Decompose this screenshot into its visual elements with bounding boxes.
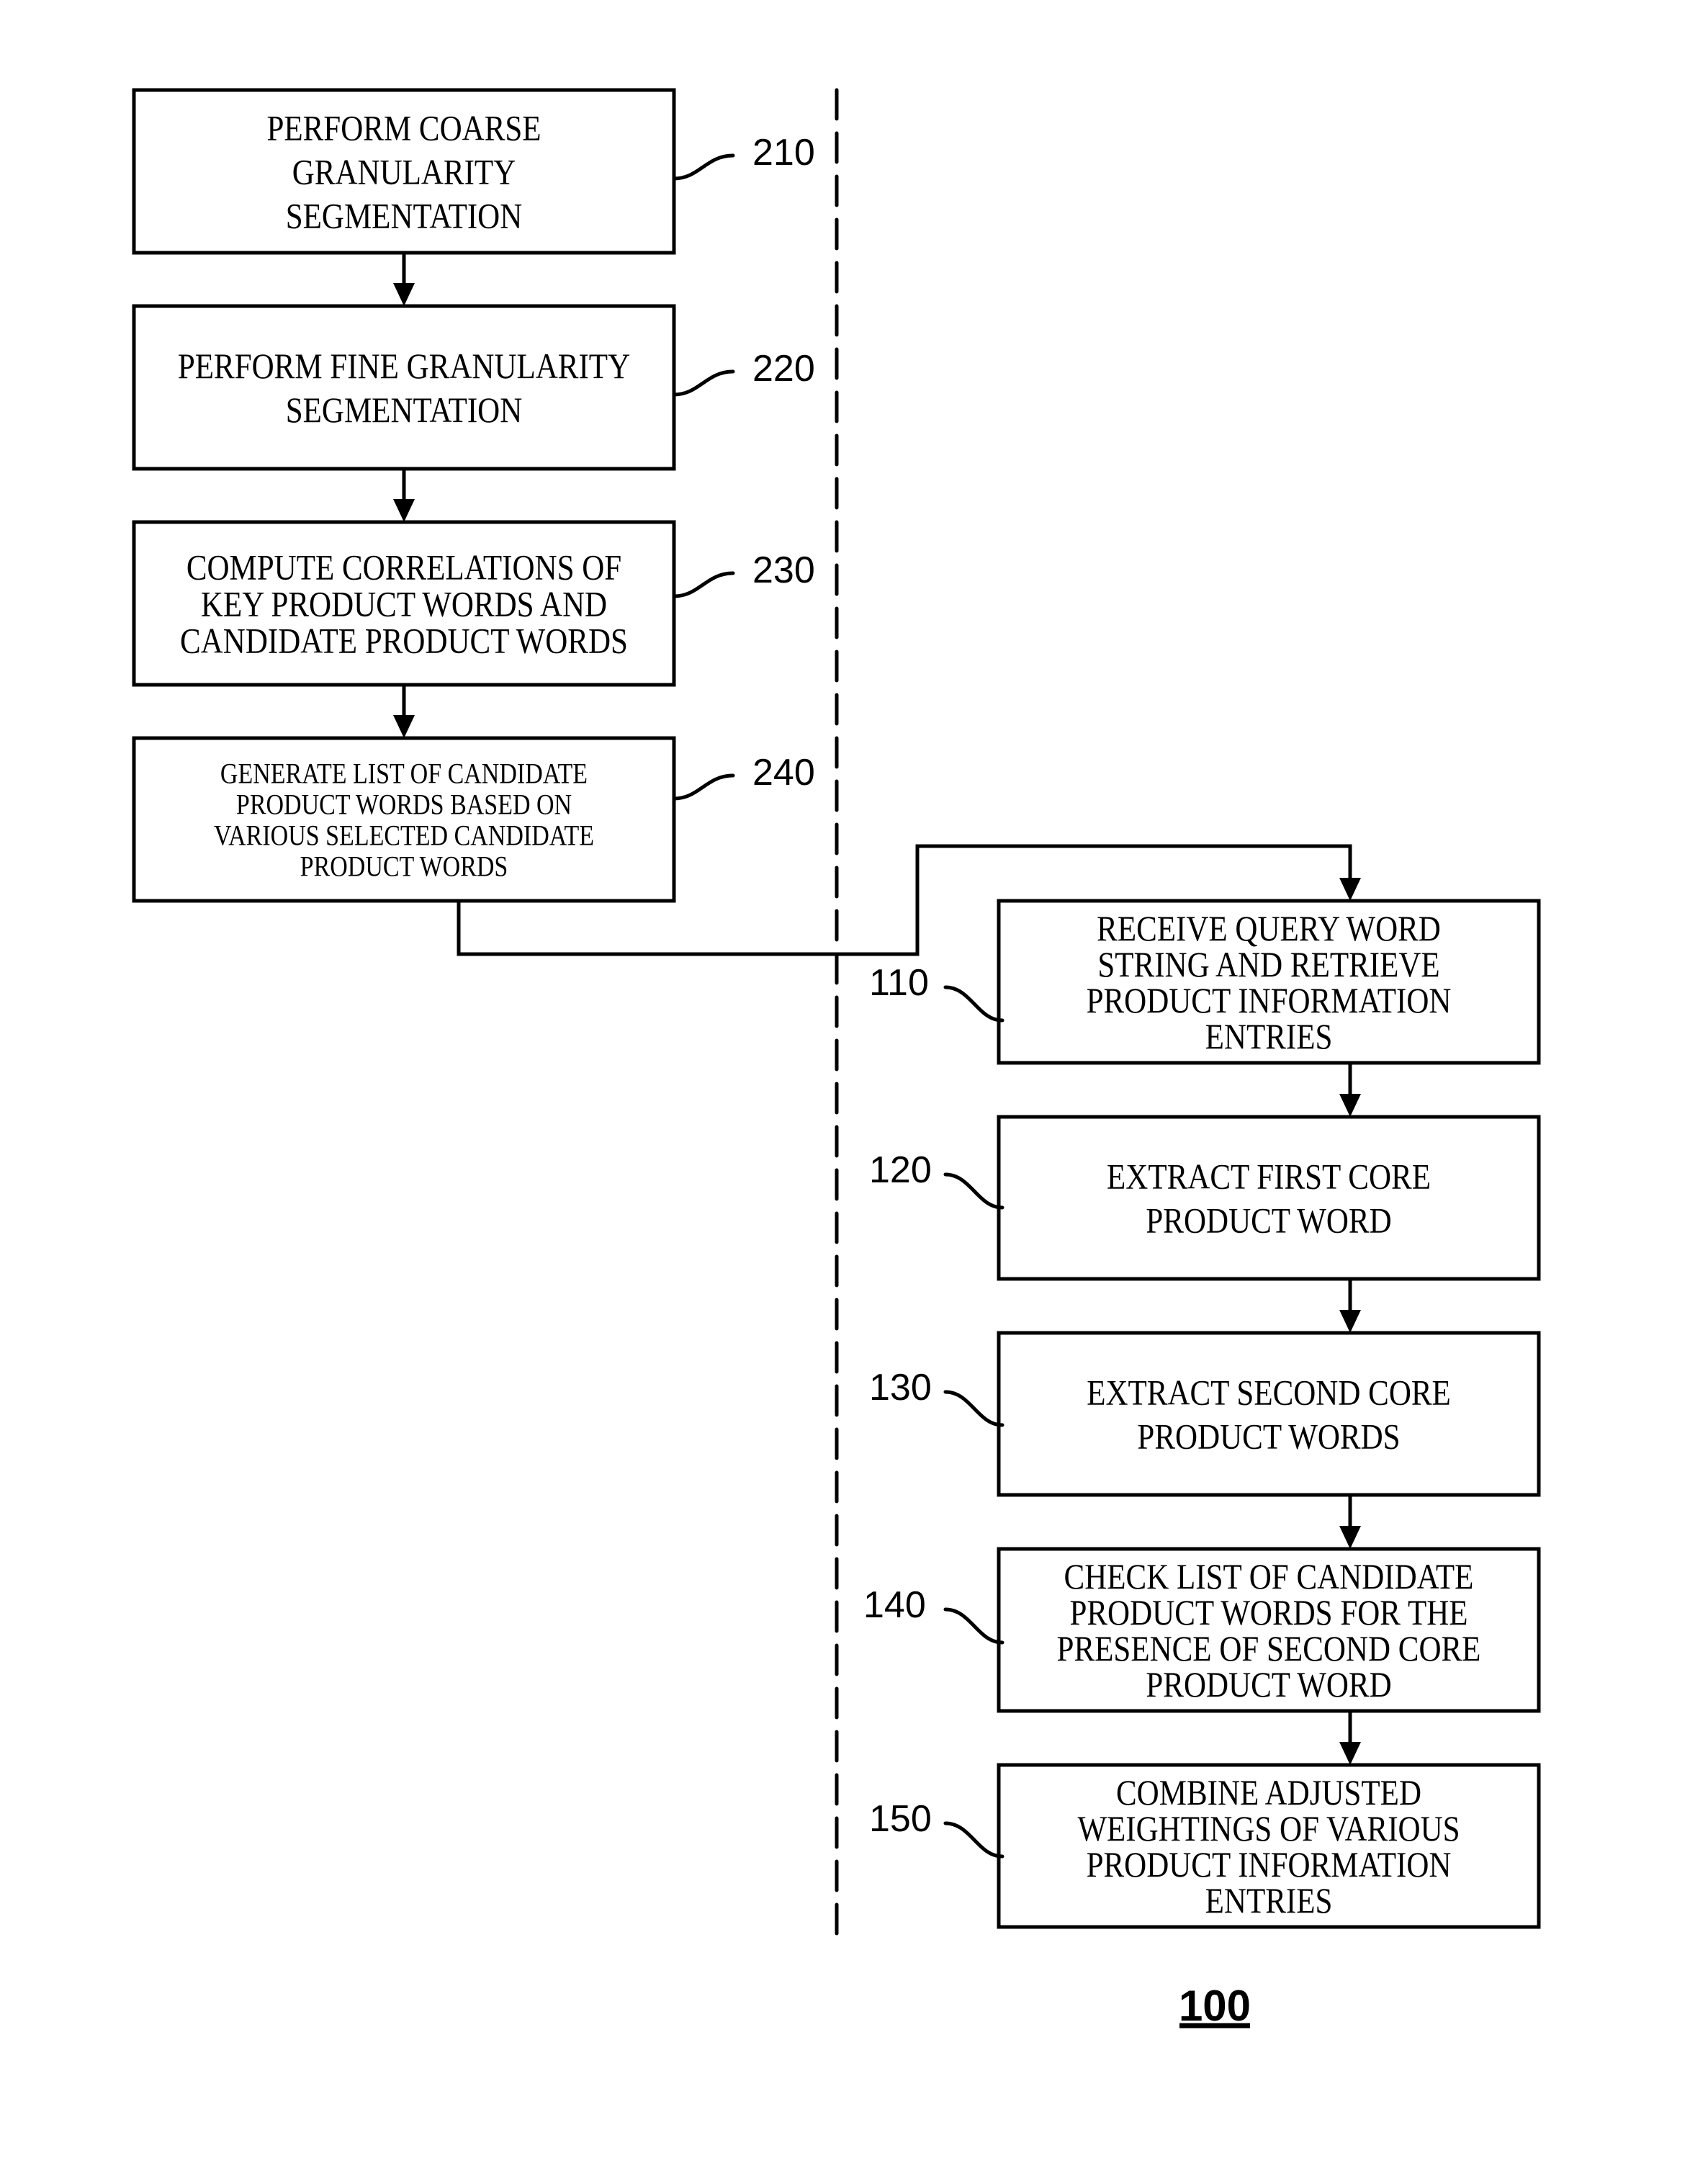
process-step-text-line: PRODUCT WORDS bbox=[1137, 1417, 1400, 1457]
process-step-120: EXTRACT FIRST COREPRODUCT WORD bbox=[997, 1115, 1541, 1281]
process-step-130: EXTRACT SECOND COREPRODUCT WORDS bbox=[997, 1331, 1541, 1497]
arrow-130-to-140 bbox=[1339, 1495, 1361, 1549]
process-step-text-line: VARIOUS SELECTED CANDIDATE bbox=[214, 820, 594, 852]
process-step-text-line: PERFORM FINE GRANULARITY bbox=[178, 346, 630, 387]
leader-line-210 bbox=[672, 153, 735, 181]
reference-label-240: 240 bbox=[752, 752, 815, 794]
reference-label-140: 140 bbox=[863, 1584, 926, 1626]
arrow-220-to-230 bbox=[393, 469, 415, 522]
process-step-text-line: ENTRIES bbox=[1205, 1017, 1333, 1057]
process-step-text-line: EXTRACT FIRST CORE bbox=[1107, 1157, 1431, 1198]
reference-label-150: 150 bbox=[869, 1798, 932, 1840]
process-step-text-line: PRESENCE OF SECOND CORE bbox=[1057, 1629, 1481, 1669]
process-step-text-line: KEY PRODUCT WORDS AND bbox=[201, 585, 607, 625]
process-step-text-line: PRODUCT WORD bbox=[1146, 1201, 1391, 1241]
process-step-text-line: GRANULARITY bbox=[292, 153, 516, 193]
process-step-220: PERFORM FINE GRANULARITYSEGMENTATION bbox=[132, 304, 676, 471]
leader-line-140 bbox=[943, 1607, 1004, 1645]
process-step-text-line: PERFORM COARSE bbox=[266, 109, 541, 149]
arrowhead-icon bbox=[393, 715, 415, 738]
process-step-text-line: PRODUCT WORD bbox=[1146, 1665, 1391, 1705]
arrowhead-icon bbox=[393, 283, 415, 306]
leader-line-240 bbox=[672, 773, 735, 801]
arrowhead-icon bbox=[1339, 878, 1361, 901]
process-step-text-line: PRODUCT WORDS bbox=[300, 851, 508, 883]
process-step-text-line: SEGMENTATION bbox=[286, 390, 523, 431]
arrowhead-icon bbox=[1339, 1310, 1361, 1333]
arrow-110-to-120 bbox=[1339, 1063, 1361, 1117]
reference-label-210: 210 bbox=[752, 132, 815, 174]
process-step-text-line: GENERATE LIST OF CANDIDATE bbox=[220, 758, 588, 790]
leader-line-220 bbox=[672, 369, 735, 397]
process-step-text-line: CHECK LIST OF CANDIDATE bbox=[1064, 1557, 1474, 1597]
process-step-text-line: SEGMENTATION bbox=[286, 197, 523, 237]
process-step-text-line: COMBINE ADJUSTED bbox=[1116, 1773, 1421, 1813]
process-step-text-line: WEIGHTINGS OF VARIOUS bbox=[1077, 1809, 1460, 1849]
process-step-text-line: COMPUTE CORRELATIONS OF bbox=[186, 548, 621, 588]
process-step-text-line: STRING AND RETRIEVE bbox=[1097, 945, 1439, 985]
process-box bbox=[997, 1331, 1541, 1497]
process-step-230: COMPUTE CORRELATIONS OFKEY PRODUCT WORDS… bbox=[132, 520, 676, 687]
arrowhead-icon bbox=[393, 499, 415, 522]
process-box bbox=[132, 304, 676, 471]
process-step-210: PERFORM COARSEGRANULARITYSEGMENTATION bbox=[132, 88, 676, 255]
arrowhead-icon bbox=[1339, 1526, 1361, 1549]
arrow-120-to-130 bbox=[1339, 1279, 1361, 1333]
leader-line-130 bbox=[943, 1390, 1004, 1427]
flowchart-diagram: PERFORM COARSEGRANULARITYSEGMENTATIONPER… bbox=[132, 88, 1541, 2030]
leader-line-230 bbox=[672, 571, 735, 598]
process-step-150: COMBINE ADJUSTEDWEIGHTINGS OF VARIOUSPRO… bbox=[997, 1763, 1541, 1929]
leader-line-120 bbox=[943, 1172, 1004, 1210]
leader-line-150 bbox=[943, 1821, 1004, 1859]
process-step-text-line: CANDIDATE PRODUCT WORDS bbox=[180, 621, 628, 662]
arrowhead-icon bbox=[1339, 1742, 1361, 1765]
arrow-210-to-220 bbox=[393, 253, 415, 306]
reference-label-110: 110 bbox=[869, 962, 929, 1004]
process-step-text-line: EXTRACT SECOND CORE bbox=[1087, 1373, 1451, 1414]
process-step-110: RECEIVE QUERY WORDSTRING AND RETRIEVEPRO… bbox=[997, 899, 1541, 1065]
process-step-text-line: PRODUCT INFORMATION bbox=[1087, 981, 1452, 1021]
arrow-230-to-240 bbox=[393, 685, 415, 738]
process-step-240: GENERATE LIST OF CANDIDATEPRODUCT WORDS … bbox=[132, 736, 676, 903]
arrow-140-to-150 bbox=[1339, 1711, 1361, 1765]
figure-number: 100 bbox=[1179, 1982, 1251, 2030]
process-box bbox=[997, 1115, 1541, 1281]
leader-line-110 bbox=[943, 985, 1004, 1023]
reference-label-120: 120 bbox=[869, 1149, 932, 1191]
process-step-text-line: ENTRIES bbox=[1205, 1881, 1333, 1921]
reference-label-230: 230 bbox=[752, 549, 815, 591]
reference-label-130: 130 bbox=[869, 1367, 932, 1409]
process-step-text-line: PRODUCT WORDS FOR THE bbox=[1069, 1593, 1467, 1633]
process-step-text-line: PRODUCT WORDS BASED ON bbox=[236, 789, 572, 821]
process-step-text-line: PRODUCT INFORMATION bbox=[1087, 1845, 1452, 1885]
reference-label-220: 220 bbox=[752, 348, 815, 390]
arrowhead-icon bbox=[1339, 1094, 1361, 1117]
process-step-text-line: RECEIVE QUERY WORD bbox=[1097, 909, 1441, 949]
process-step-140: CHECK LIST OF CANDIDATEPRODUCT WORDS FOR… bbox=[997, 1547, 1541, 1713]
